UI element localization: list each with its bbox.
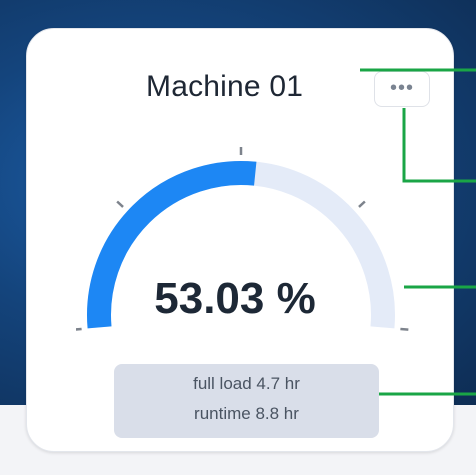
gauge-tick bbox=[400, 327, 409, 331]
full-load-text: full load 4.7 hr bbox=[193, 374, 300, 393]
more-options-button[interactable]: ••• bbox=[374, 71, 430, 107]
gauge-tick bbox=[76, 327, 82, 331]
stats-box: full load 4.7 hr runtime 8.8 hr bbox=[114, 364, 379, 438]
gauge-value-label: 53.03 % bbox=[154, 274, 316, 323]
page: Machine 01 ••• 53.03 % full load 4.7 hr … bbox=[0, 0, 476, 475]
gauge-tick bbox=[358, 200, 366, 208]
gauge-tick bbox=[116, 200, 124, 208]
machine-title: Machine 01 bbox=[146, 70, 304, 103]
runtime-text: runtime 8.8 hr bbox=[194, 404, 299, 423]
ellipsis-icon: ••• bbox=[389, 77, 414, 99]
